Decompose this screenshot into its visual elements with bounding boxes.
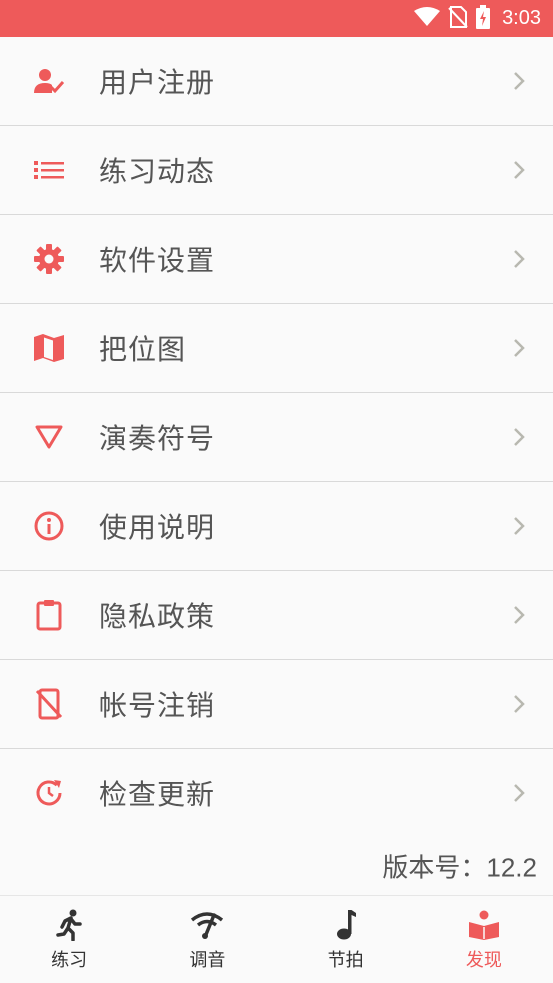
menu-item-label: 使用说明 bbox=[99, 511, 216, 544]
chevron-right-icon bbox=[513, 160, 525, 180]
nav-tab-tuner[interactable]: 调音 bbox=[138, 896, 276, 983]
nav-label: 练习 bbox=[51, 949, 88, 971]
chevron-right-icon bbox=[513, 427, 525, 447]
settings-menu: 用户注册 练习动态 软件设置 把位图 演奏符号 使用说明 隐私政策 帐号注销 检… bbox=[0, 37, 553, 838]
nav-label: 发现 bbox=[465, 949, 502, 971]
version-number: 12.2 bbox=[486, 852, 537, 883]
menu-item-label: 检查更新 bbox=[99, 778, 216, 811]
nav-label: 调音 bbox=[189, 949, 226, 971]
menu-item-account-deletion[interactable]: 帐号注销 bbox=[0, 660, 553, 749]
menu-item-privacy-policy[interactable]: 隐私政策 bbox=[0, 571, 553, 660]
phone-off-icon bbox=[33, 688, 65, 720]
chevron-right-icon bbox=[513, 605, 525, 625]
music-note-icon bbox=[329, 908, 363, 942]
clipboard-icon bbox=[33, 599, 65, 631]
battery-charging-icon bbox=[476, 4, 491, 33]
menu-item-label: 软件设置 bbox=[99, 244, 216, 277]
tuner-icon bbox=[190, 908, 224, 942]
user-check-icon bbox=[33, 65, 65, 97]
menu-item-label: 把位图 bbox=[99, 333, 187, 366]
menu-item-label: 帐号注销 bbox=[99, 689, 216, 722]
chevron-right-icon bbox=[513, 516, 525, 536]
menu-item-label: 隐私政策 bbox=[99, 600, 216, 633]
wifi-icon bbox=[414, 6, 441, 31]
update-icon bbox=[33, 777, 65, 809]
nav-tab-discover[interactable]: 发现 bbox=[415, 896, 553, 983]
menu-item-user-guide[interactable]: 使用说明 bbox=[0, 482, 553, 571]
menu-item-practice-feed[interactable]: 练习动态 bbox=[0, 126, 553, 215]
version-label: 版本号： bbox=[382, 852, 487, 883]
nav-tab-metronome[interactable]: 节拍 bbox=[277, 896, 415, 983]
menu-item-label: 演奏符号 bbox=[99, 422, 216, 455]
menu-item-label: 用户注册 bbox=[99, 66, 216, 99]
discover-book-icon bbox=[467, 908, 501, 942]
chevron-right-icon bbox=[513, 338, 525, 358]
chevron-right-icon bbox=[513, 694, 525, 714]
menu-item-label: 练习动态 bbox=[99, 155, 216, 188]
chevron-right-icon bbox=[513, 71, 525, 91]
bottom-nav: 练习 调音 节拍 发现 bbox=[0, 895, 553, 983]
info-icon bbox=[33, 510, 65, 542]
run-icon bbox=[52, 908, 86, 942]
status-time: 3:03 bbox=[502, 7, 541, 29]
status-bar: 3:03 bbox=[0, 0, 553, 37]
menu-item-fretboard-map[interactable]: 把位图 bbox=[0, 304, 553, 393]
menu-item-check-update[interactable]: 检查更新 bbox=[0, 749, 553, 838]
menu-item-software-settings[interactable]: 软件设置 bbox=[0, 215, 553, 304]
nav-tab-practice[interactable]: 练习 bbox=[0, 896, 138, 983]
status-icons: 3:03 bbox=[414, 0, 541, 37]
list-icon bbox=[33, 154, 65, 186]
map-icon bbox=[33, 332, 65, 364]
chevron-right-icon bbox=[513, 783, 525, 803]
no-sim-icon bbox=[448, 5, 468, 32]
menu-item-user-register[interactable]: 用户注册 bbox=[0, 37, 553, 126]
menu-item-performance-symbols[interactable]: 演奏符号 bbox=[0, 393, 553, 482]
version-row: 版本号：12.2 bbox=[0, 837, 553, 895]
chevron-right-icon bbox=[513, 249, 525, 269]
version-info: 版本号：12.2 bbox=[382, 848, 537, 885]
triangle-down-icon bbox=[33, 421, 65, 453]
gear-icon bbox=[33, 243, 65, 275]
nav-label: 节拍 bbox=[327, 949, 364, 971]
